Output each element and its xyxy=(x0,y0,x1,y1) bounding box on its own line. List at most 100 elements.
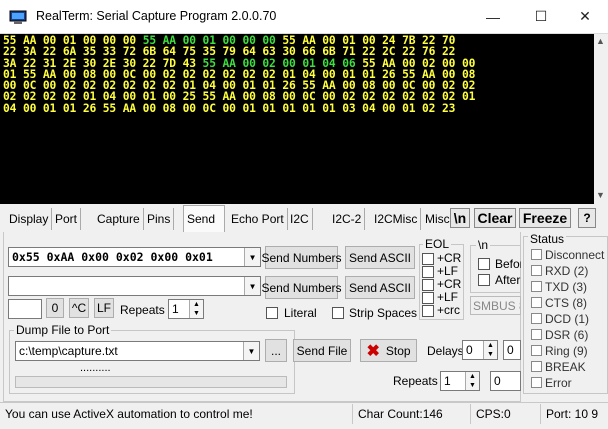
delay1-spinner[interactable]: 0 ▲ ▼ xyxy=(462,340,498,360)
status-led-icon xyxy=(531,377,542,388)
minimize-button[interactable]: — xyxy=(470,0,516,33)
newline-button[interactable]: \n xyxy=(450,208,470,228)
eol-lf-label-1: +LF xyxy=(437,264,459,278)
dump-repeats-count-value: 0 xyxy=(494,374,501,388)
scroll-down-icon[interactable]: ▼ xyxy=(596,190,605,200)
dump-file-path-value: c:\temp\capture.txt xyxy=(19,344,118,358)
tab-display[interactable]: Display xyxy=(6,208,53,230)
status-dsr: DSR (6) xyxy=(531,328,588,342)
stop-button[interactable]: ✖ Stop xyxy=(360,339,417,362)
status-label: DSR (6) xyxy=(545,328,589,342)
eol-cr-label-2: +CR xyxy=(437,277,462,291)
chevron-down-icon[interactable]: ▼ xyxy=(243,342,259,360)
status-label: Ring (9) xyxy=(545,344,588,358)
title-bar: RealTerm: Serial Capture Program 2.0.0.7… xyxy=(0,0,608,34)
ctrl-c-button[interactable]: ^C xyxy=(69,298,89,318)
status-error: Error xyxy=(531,376,572,390)
dump-repeats-spinner[interactable]: 1 ▲ ▼ xyxy=(440,371,480,391)
delays-label: Delays xyxy=(427,344,464,358)
status-label: RXD (2) xyxy=(545,264,589,278)
send-numbers-value: 0x55 0xAA 0x00 0x02 0x00 0x01 xyxy=(12,250,213,264)
status-led-icon xyxy=(531,265,542,276)
terminal-display[interactable]: 55 AA 00 01 00 00 00 55 AA 00 01 00 00 0… xyxy=(0,34,608,204)
newline-group-title: \n xyxy=(476,238,491,252)
literal-checkbox[interactable] xyxy=(266,307,278,319)
send-ascii-button-1[interactable]: Send ASCII xyxy=(345,246,415,269)
port-value: Port: 10 9 xyxy=(540,404,608,424)
send-numbers-button-2[interactable]: Send Numbers xyxy=(261,276,342,299)
browse-button[interactable]: ... xyxy=(265,339,287,362)
dump-file-path-input[interactable]: c:\temp\capture.txt ▼ xyxy=(15,341,260,361)
before-label: Before xyxy=(495,257,521,271)
tab-i2c-2[interactable]: I2C-2 xyxy=(329,208,366,230)
char-count: Char Count:146 xyxy=(352,404,470,424)
after-checkbox[interactable] xyxy=(478,274,490,286)
send-numbers-input[interactable]: 0x55 0xAA 0x00 0x02 0x00 0x01 ▼ xyxy=(8,247,261,267)
repeats-value: 1 xyxy=(172,302,179,316)
terminal-segment: 04 00 01 01 26 55 AA 00 08 00 0C 00 01 0… xyxy=(3,101,456,115)
tab-i2c[interactable]: I2C xyxy=(287,208,313,230)
terminal-scrollbar[interactable]: ▲ ▼ xyxy=(594,34,608,204)
progress-dots: .......... xyxy=(80,362,111,374)
help-button[interactable]: ? xyxy=(578,208,596,228)
send-ascii-button-2[interactable]: Send ASCII xyxy=(345,276,415,299)
freeze-button[interactable]: Freeze xyxy=(519,208,571,228)
send-numbers-button-1[interactable]: Send Numbers xyxy=(261,246,342,269)
delay2-value: 0 xyxy=(507,343,514,357)
chevron-down-icon[interactable]: ▼ xyxy=(244,248,260,266)
zero-button[interactable]: 0 xyxy=(46,298,64,318)
close-button[interactable]: ✕ xyxy=(562,0,608,33)
status-label: BREAK xyxy=(545,360,586,374)
delay1-value: 0 xyxy=(466,343,473,357)
smbus-select[interactable]: SMBUS 8 xyxy=(470,296,521,315)
status-led-icon xyxy=(531,329,542,340)
dump-repeats-count: 0 xyxy=(490,371,521,391)
status-led-icon xyxy=(531,281,542,292)
status-txd: TXD (3) xyxy=(531,280,587,294)
tab-pins[interactable]: Pins xyxy=(144,208,175,230)
eol-crc-checkbox[interactable] xyxy=(422,305,434,317)
status-led-icon xyxy=(531,361,542,372)
eol-cr-label-1: +CR xyxy=(437,251,462,265)
dump-progress-bar xyxy=(15,376,287,388)
lf-button[interactable]: LF xyxy=(94,298,114,318)
eol-lf-checkbox-1[interactable] xyxy=(422,266,434,278)
strip-spaces-checkbox[interactable] xyxy=(332,307,344,319)
send-file-button[interactable]: Send File xyxy=(293,339,351,362)
stop-label: Stop xyxy=(385,343,411,358)
tab-port[interactable]: Port xyxy=(52,208,82,230)
spin-arrows-icon[interactable]: ▲ ▼ xyxy=(465,372,479,390)
eol-lf-checkbox-2[interactable] xyxy=(422,292,434,304)
spin-arrows-icon[interactable]: ▲ ▼ xyxy=(483,341,497,359)
tab-capture[interactable]: Capture xyxy=(94,208,144,230)
status-label: DCD (1) xyxy=(545,312,589,326)
spin-arrows-icon[interactable]: ▲ ▼ xyxy=(189,300,203,318)
eol-cr-checkbox-1[interactable] xyxy=(422,253,434,265)
status-led-icon xyxy=(531,297,542,308)
dump-repeats-value: 1 xyxy=(444,374,451,388)
repeats-spinner[interactable]: 1 ▲ ▼ xyxy=(168,299,204,319)
window-title: RealTerm: Serial Capture Program 2.0.0.7… xyxy=(36,9,277,23)
eol-lf-label-2: +LF xyxy=(437,290,459,304)
realterm-app-icon xyxy=(9,9,27,25)
status-label: TXD (3) xyxy=(545,280,587,294)
status-rxd: RXD (2) xyxy=(531,264,588,278)
char-input[interactable] xyxy=(8,299,42,319)
maximize-button[interactable]: ☐ xyxy=(518,0,564,33)
chevron-down-icon[interactable]: ▼ xyxy=(244,277,260,295)
tab-echo-port[interactable]: Echo Port xyxy=(228,208,288,230)
tab-send[interactable]: Send xyxy=(183,205,225,233)
before-checkbox[interactable] xyxy=(478,258,490,270)
eol-cr-checkbox-2[interactable] xyxy=(422,279,434,291)
tab-misc[interactable]: Misc xyxy=(422,208,453,230)
send-second-input[interactable]: ▼ xyxy=(8,276,261,296)
status-disconnect: Disconnect xyxy=(531,248,604,262)
status-cts: CTS (8) xyxy=(531,296,587,310)
delay2-spinner[interactable]: 0 xyxy=(503,340,521,360)
status-break: BREAK xyxy=(531,360,586,374)
tab-i2cmisc[interactable]: I2CMisc xyxy=(371,208,422,230)
clear-button[interactable]: Clear xyxy=(474,208,516,228)
scroll-up-icon[interactable]: ▲ xyxy=(596,36,605,46)
terminal-line: 04 00 01 01 26 55 AA 00 08 00 0C 00 01 0… xyxy=(3,103,475,114)
status-led-icon xyxy=(531,345,542,356)
